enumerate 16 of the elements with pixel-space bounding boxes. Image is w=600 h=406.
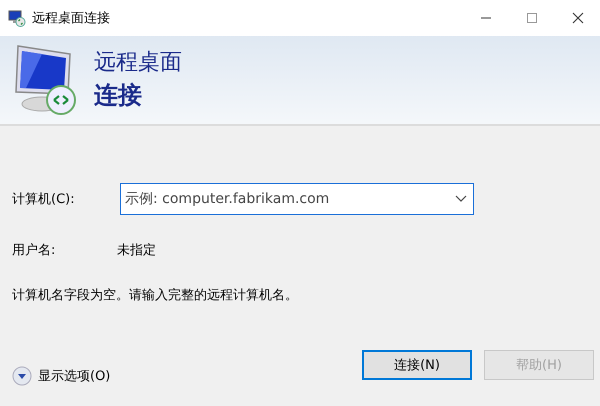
dropdown-icon[interactable] xyxy=(455,195,467,203)
close-icon[interactable] xyxy=(572,12,584,24)
computer-field[interactable]: 示例: computer.fabrikam.com xyxy=(121,190,455,208)
maximize-icon[interactable] xyxy=(526,12,538,24)
banner-subtitle: 连接 xyxy=(94,80,143,111)
computer-label: 计算机(C): xyxy=(12,191,76,208)
username-label: 用户名: xyxy=(12,242,56,259)
expand-icon xyxy=(12,366,32,386)
show-options-button[interactable]: 显示选项(O) xyxy=(12,366,110,386)
window-title: 远程桌面连接 xyxy=(32,10,110,27)
username-value: 未指定 xyxy=(117,242,156,259)
app-icon xyxy=(8,9,26,27)
error-message: 计算机名字段为空。请输入完整的远程计算机名。 xyxy=(12,287,299,304)
banner-title: 远程桌面 xyxy=(94,49,182,77)
computer-combobox[interactable]: 示例: computer.fabrikam.com xyxy=(120,183,474,215)
connect-button[interactable]: 连接(N) xyxy=(362,350,472,380)
